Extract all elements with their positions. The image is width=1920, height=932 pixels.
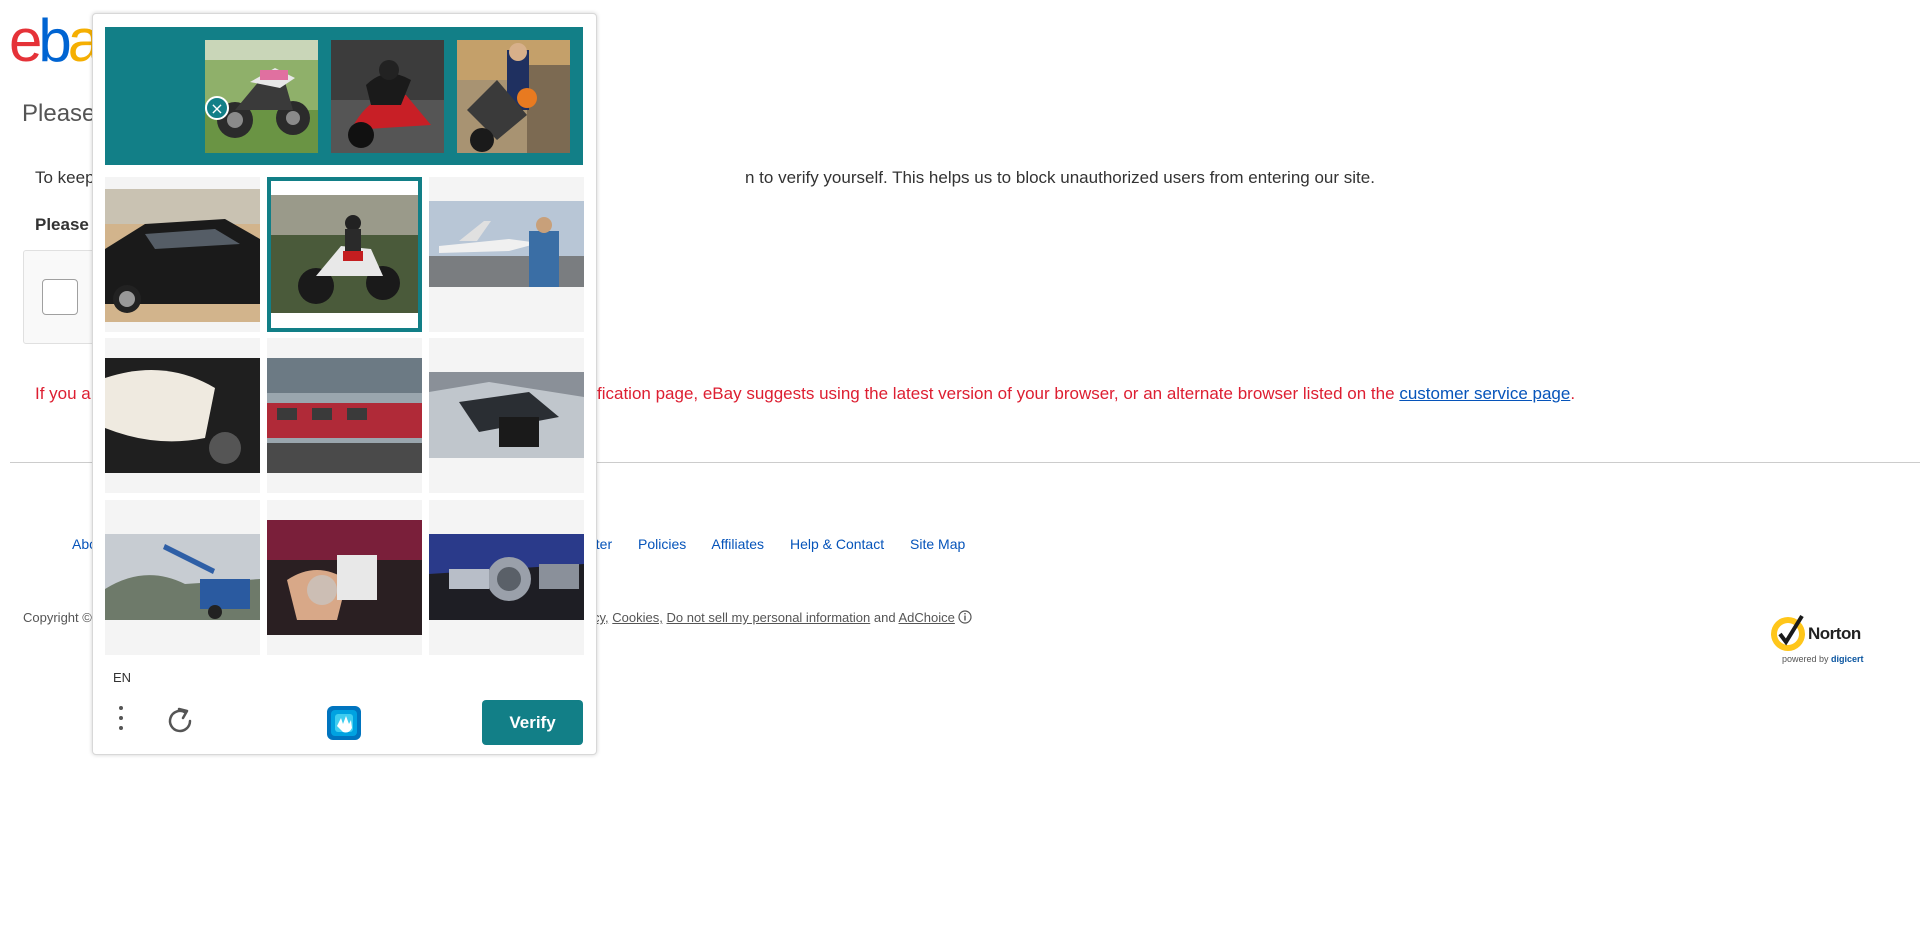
error-text-start: If you a <box>35 384 91 403</box>
refresh-icon[interactable] <box>163 704 197 738</box>
remove-example-button[interactable]: × <box>205 96 229 120</box>
grid-cell-airplane[interactable] <box>429 177 584 332</box>
copyright-start: Copyright © <box>23 610 92 625</box>
car-image-icon <box>105 189 260 322</box>
logo-letter-b: b <box>38 7 71 74</box>
motorcycle-example-icon <box>457 40 570 153</box>
copyright-and: and <box>873 610 896 625</box>
motorcycle-image-icon <box>271 181 418 328</box>
intro-text-start: To keep <box>35 168 95 187</box>
hcaptcha-logo-icon[interactable] <box>323 702 365 744</box>
train-image-icon <box>267 358 422 473</box>
example-image-2 <box>331 40 444 153</box>
hand-image-icon <box>267 520 422 635</box>
grid-cell-motorcycle-engine[interactable] <box>429 500 584 655</box>
language-selector[interactable]: EN <box>113 670 131 685</box>
intro-text: To keep n to verify yourself. This helps… <box>35 168 1375 188</box>
copyright-line: Copyright © cy, Cookies, Do not sell my … <box>23 610 973 625</box>
cookies-link[interactable]: Cookies, <box>612 610 663 625</box>
norton-seal[interactable]: Norton powered by digicert <box>1768 612 1872 668</box>
footer-link-help-contact[interactable]: Help & Contact <box>790 536 884 552</box>
norton-powered: powered by digicert <box>1782 654 1864 664</box>
footer-links-rest: nter Policies Affiliates Help & Contact … <box>588 536 987 552</box>
captcha-challenge-popup: × EN Verify <box>92 13 597 755</box>
adchoice-icon[interactable] <box>958 610 973 624</box>
challenge-prompt: × <box>105 27 583 165</box>
grid-cell-train[interactable] <box>267 338 422 493</box>
footer-link-affiliates[interactable]: Affiliates <box>711 536 764 552</box>
grid-cell-motorcycle-selected[interactable] <box>267 177 422 332</box>
verify-button[interactable]: Verify <box>482 700 583 745</box>
grid-cell-car[interactable] <box>105 177 260 332</box>
grid-cell-hand[interactable] <box>267 500 422 655</box>
grid-cell-car-interior[interactable] <box>429 338 584 493</box>
adchoice-link[interactable]: AdChoice <box>898 610 954 625</box>
motorcycle-closeup-image-icon <box>105 358 260 473</box>
grid-cell-crane-truck[interactable] <box>105 500 260 655</box>
motorcycle-engine-image-icon <box>429 534 584 620</box>
footer-link-site-map[interactable]: Site Map <box>910 536 965 552</box>
example-image-3 <box>457 40 570 153</box>
logo-letter-e: e <box>9 7 42 74</box>
intro-text-end: n to verify yourself. This helps us to b… <box>745 168 1375 187</box>
norton-check-icon <box>1771 614 1805 651</box>
airplane-image-icon <box>429 201 584 287</box>
norton-brand: digicert <box>1831 654 1864 664</box>
please-label: Please <box>35 215 89 234</box>
error-period: . <box>1570 384 1576 403</box>
norton-name: Norton <box>1808 624 1861 643</box>
motorcycle-example-icon <box>331 40 444 153</box>
error-text-body: fication page, eBay suggests using the l… <box>597 384 1395 403</box>
menu-dots-icon[interactable] <box>115 702 127 738</box>
footer-link-policies[interactable]: Policies <box>638 536 686 552</box>
error-text-end: fication page, eBay suggests using the l… <box>597 384 1575 404</box>
customer-service-link[interactable]: customer service page <box>1399 384 1570 403</box>
page-heading: Please <box>22 100 96 127</box>
copyright-end: cy, Cookies, Do not sell my personal inf… <box>593 610 973 625</box>
crane-truck-image-icon <box>105 534 260 620</box>
do-not-sell-link[interactable]: Do not sell my personal information <box>666 610 870 625</box>
norton-powered-text: powered by <box>1782 654 1829 664</box>
grid-cell-motorcycle-close[interactable] <box>105 338 260 493</box>
car-interior-image-icon <box>429 372 584 458</box>
captcha-checkbox[interactable] <box>42 279 78 315</box>
browser-error-message: If you a fication page, eBay suggests us… <box>35 384 1575 404</box>
